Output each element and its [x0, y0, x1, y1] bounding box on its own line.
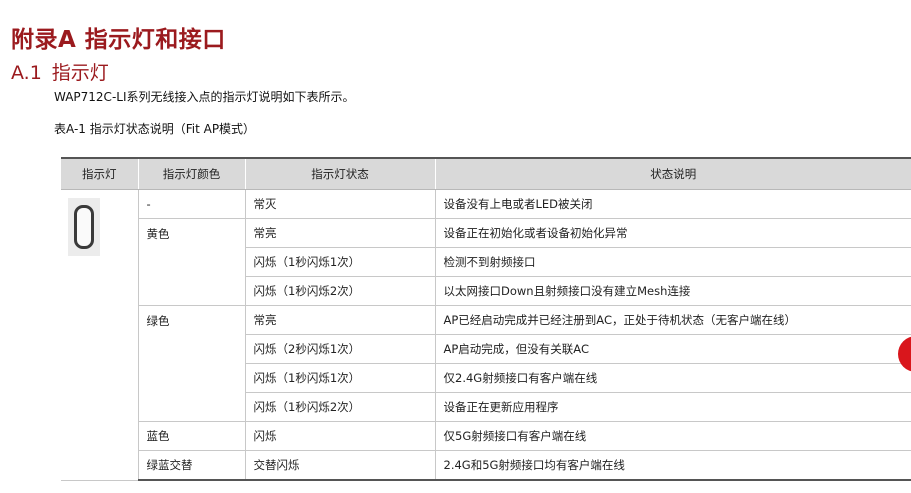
state-cell: 闪烁（1秒闪烁2次）: [244, 276, 435, 306]
header-description: 状态说明: [434, 158, 911, 190]
table-row: 蓝色 闪烁 仅5G射频接口有客户端在线: [61, 421, 911, 451]
table-row: 黄色 常亮 设备正在初始化或者设备初始化异常: [61, 218, 911, 306]
description-cell: 设备正在初始化或者设备初始化异常: [434, 218, 911, 248]
description-cell: 以太网接口Down且射频接口没有建立Mesh连接: [434, 276, 911, 306]
appendix-title: 附录A 指示灯和接口: [11, 27, 226, 53]
table-row: - 常灭 设备没有上电或者LED被关闭: [61, 189, 911, 481]
header-color: 指示灯颜色: [137, 158, 245, 190]
description-cell: 设备没有上电或者LED被关闭: [434, 189, 911, 219]
description-cell: AP启动完成，但没有关联AC: [434, 334, 911, 364]
state-cell: 闪烁（1秒闪烁1次）: [244, 363, 435, 393]
table-caption: 表A-1 指示灯状态说明（Fit AP模式）: [54, 122, 256, 136]
description-cell: 仅2.4G射频接口有客户端在线: [434, 363, 911, 393]
indicator-cell: [61, 189, 138, 481]
state-cell: 交替闪烁: [244, 450, 435, 481]
table-row: 绿色 常亮 AP已经启动完成并已经注册到AC，正处于待机状态（无客户端在线）: [61, 305, 911, 422]
state-cell: 常灭: [244, 189, 435, 219]
led-capsule-icon: [74, 205, 94, 249]
led-icon-box: [68, 198, 100, 256]
description-cell: 仅5G射频接口有客户端在线: [434, 421, 911, 451]
description-cell: 设备正在更新应用程序: [434, 392, 911, 422]
intro-text: WAP712C-LI系列无线接入点的指示灯说明如下表所示。: [54, 90, 355, 104]
header-state: 指示灯状态: [244, 158, 435, 190]
table-row: 绿蓝交替 交替闪烁 2.4G和5G射频接口均有客户端在线: [61, 450, 911, 481]
section-title-text: 指示灯: [51, 62, 109, 84]
state-cell: 闪烁: [244, 421, 435, 451]
header-indicator: 指示灯: [61, 158, 138, 190]
description-cell: 检测不到射频接口: [434, 247, 911, 277]
color-cell: 绿蓝交替: [137, 450, 245, 481]
state-cell: 闪烁（2秒闪烁1次）: [244, 334, 435, 364]
section-title: A.1 指示灯: [11, 58, 109, 85]
led-status-table: 指示灯 指示灯颜色 指示灯状态 状态说明 - 常灭 设备没有上电或者LED被关闭…: [61, 157, 911, 481]
color-cell: -: [137, 189, 245, 219]
color-cell: 绿色: [137, 305, 245, 422]
section-number: A.1: [11, 62, 42, 84]
state-cell: 闪烁（1秒闪烁2次）: [244, 392, 435, 422]
table-header-row: 指示灯 指示灯颜色 指示灯状态 状态说明: [61, 158, 911, 190]
color-cell: 蓝色: [137, 421, 245, 451]
state-cell: 常亮: [244, 305, 435, 335]
state-cell: 闪烁（1秒闪烁1次）: [244, 247, 435, 277]
state-cell: 常亮: [244, 218, 435, 248]
color-cell: 黄色: [137, 218, 245, 306]
description-cell: AP已经启动完成并已经注册到AC，正处于待机状态（无客户端在线）: [434, 305, 911, 335]
description-cell: 2.4G和5G射频接口均有客户端在线: [434, 450, 911, 481]
